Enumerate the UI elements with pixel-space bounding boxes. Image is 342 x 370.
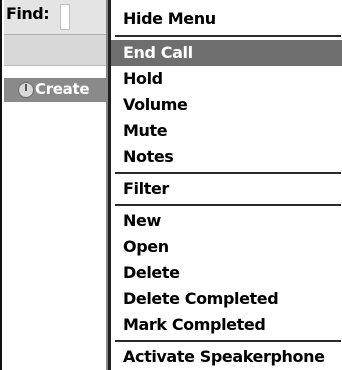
menu-item-notes[interactable]: Notes (111, 144, 342, 170)
power-icon (18, 82, 34, 98)
menu-item-end-call[interactable]: End Call (111, 40, 342, 66)
menu-item-volume[interactable]: Volume (111, 92, 342, 118)
menu-separator (115, 172, 341, 174)
create-label: Create (35, 80, 90, 98)
list-item-create[interactable]: Create (4, 78, 110, 102)
menu-separator (115, 35, 341, 37)
menu-item-filter[interactable]: Filter (111, 176, 342, 202)
menu-item-delete-completed[interactable]: Delete Completed (111, 286, 342, 312)
menu-separator (115, 340, 341, 342)
popup-menu: Hide Menu End Call Hold Volume Mute Note… (108, 0, 342, 370)
menu-item-mark-completed[interactable]: Mark Completed (111, 312, 342, 338)
find-input[interactable] (60, 4, 70, 30)
menu-separator (115, 204, 341, 206)
menu-item-new[interactable]: New (111, 208, 342, 234)
find-label: Find: (6, 4, 50, 23)
menu-item-delete[interactable]: Delete (111, 260, 342, 286)
menu-item-open[interactable]: Open (111, 234, 342, 260)
menu-item-hide-menu[interactable]: Hide Menu (111, 6, 342, 32)
menu-item-mute[interactable]: Mute (111, 118, 342, 144)
menu-item-hold[interactable]: Hold (111, 66, 342, 92)
app-screen: Find: Create Hide Menu End Call Hold Vol… (0, 0, 342, 370)
menu-item-activate-speakerphone[interactable]: Activate Speakerphone (111, 344, 342, 370)
